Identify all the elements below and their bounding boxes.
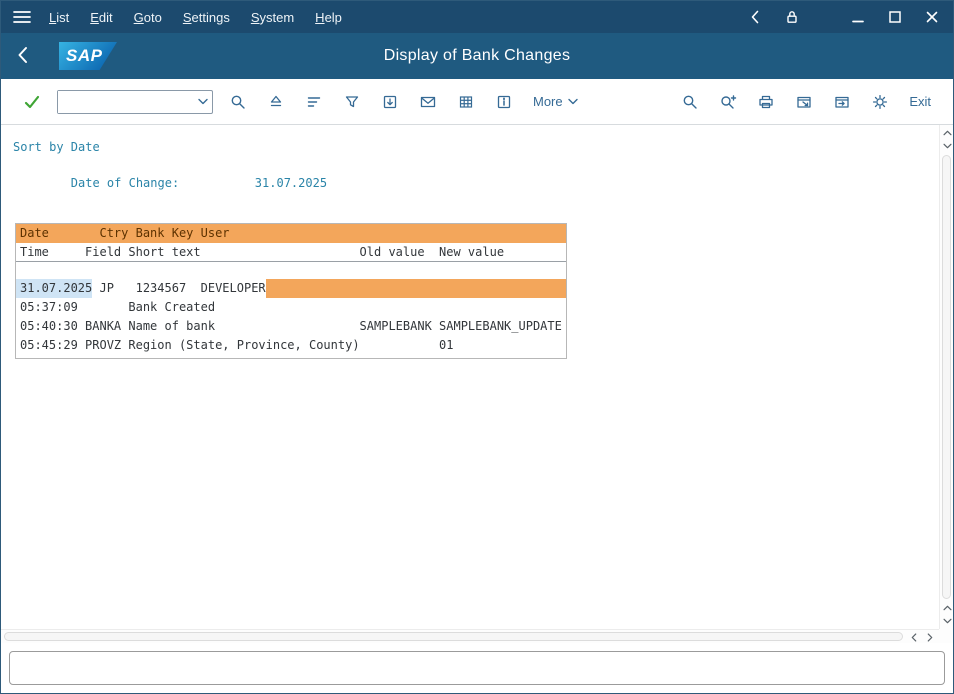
spreadsheet-button[interactable] [453, 89, 479, 115]
horizontal-scroll-thumb[interactable] [4, 632, 903, 641]
cell-key-fields: JP 1234567 DEVELOPER [92, 279, 265, 298]
magnifier-icon [229, 93, 247, 111]
table-row[interactable]: 05:45:29 PROVZ Region (State, Province, … [16, 336, 566, 355]
information-icon [495, 93, 513, 111]
minimize-button[interactable] [847, 6, 869, 28]
printer-icon [757, 93, 775, 111]
new-window-button[interactable] [829, 89, 855, 115]
sort-ascending-icon [267, 93, 285, 111]
search-more-button[interactable] [715, 89, 741, 115]
spreadsheet-grid-icon [457, 93, 475, 111]
settings-button[interactable] [867, 89, 893, 115]
table-row-key[interactable]: 31.07.2025 JP 1234567 DEVELOPER [16, 279, 566, 298]
shortcut-window-icon [795, 93, 813, 111]
list-button[interactable] [301, 89, 327, 115]
combo-chevron-down-icon[interactable] [194, 91, 212, 113]
lock-icon[interactable] [781, 6, 803, 28]
export-box-icon [381, 93, 399, 111]
titlebar: SAP Display of Bank Changes [1, 33, 953, 79]
menu-item-system[interactable]: System [251, 10, 294, 25]
status-message-field[interactable] [9, 651, 945, 685]
vertical-scroll-thumb[interactable] [942, 155, 951, 599]
check-icon [23, 93, 41, 111]
command-input[interactable] [58, 91, 194, 113]
more-label: More [533, 94, 563, 109]
menu-item-edit[interactable]: Edit [90, 10, 112, 25]
vertical-scrollbar[interactable] [939, 125, 953, 629]
change-report: Sort by Date Date of Change:31.07.2025 D… [13, 138, 929, 619]
scroll-down-icon[interactable] [940, 140, 953, 152]
scroll-up-icon[interactable] [940, 127, 953, 139]
print-button[interactable] [753, 89, 779, 115]
envelope-icon [419, 93, 437, 111]
scroll-left-icon[interactable] [907, 630, 921, 643]
menu-items: List Edit Goto Settings System Help [49, 10, 342, 25]
more-button[interactable]: More [529, 90, 582, 113]
change-table: Date Ctry Bank Key User Time Field Short… [15, 223, 567, 359]
horizontal-scrollbar[interactable] [1, 629, 939, 643]
exit-button[interactable]: Exit [905, 90, 935, 113]
menu-item-list[interactable]: List [49, 10, 69, 25]
back-button[interactable] [15, 45, 37, 67]
find-button[interactable] [225, 89, 251, 115]
scroll-right-icon[interactable] [923, 630, 937, 643]
new-window-icon [833, 93, 851, 111]
cell-change-date[interactable]: 31.07.2025 [16, 279, 92, 298]
chevron-down-icon [568, 98, 578, 105]
table-header-row-1: Date Ctry Bank Key User [16, 224, 566, 243]
search-icon [681, 93, 699, 111]
hamburger-menu-icon[interactable] [11, 6, 33, 28]
list-lines-icon [305, 93, 323, 111]
sap-window: List Edit Goto Settings System Help [0, 0, 954, 694]
scroll-down-icon[interactable] [940, 615, 953, 627]
search-plus-icon [719, 93, 737, 111]
continue-button[interactable] [19, 89, 45, 115]
filter-button[interactable] [339, 89, 365, 115]
table-header-row-2: Time Field Short text Old value New valu… [16, 243, 566, 262]
shortcut-button[interactable] [791, 89, 817, 115]
application-toolbar: More [1, 79, 953, 125]
scroll-up-icon[interactable] [940, 602, 953, 614]
command-combobox[interactable] [57, 90, 213, 114]
date-of-change-line: Date of Change:31.07.2025 [13, 156, 929, 210]
date-of-change-value: 31.07.2025 [255, 176, 327, 190]
sort-by-line: Sort by Date [13, 138, 929, 156]
page-title: Display of Bank Changes [1, 47, 953, 65]
search-button[interactable] [677, 89, 703, 115]
table-blank-row [16, 262, 566, 279]
gear-icon [871, 93, 889, 111]
export-button[interactable] [377, 89, 403, 115]
menubar: List Edit Goto Settings System Help [1, 1, 953, 33]
date-of-change-label: Date of Change: [71, 174, 255, 192]
list-output-area: Sort by Date Date of Change:31.07.2025 D… [1, 125, 953, 643]
statusbar [1, 643, 953, 693]
maximize-button[interactable] [884, 6, 906, 28]
filter-funnel-icon [343, 93, 361, 111]
mail-button[interactable] [415, 89, 441, 115]
scrollbar-corner [939, 629, 953, 643]
table-row[interactable]: 05:40:30 BANKA Name of bank SAMPLEBANK S… [16, 317, 566, 336]
key-row-highlight [266, 279, 566, 298]
menu-item-settings[interactable]: Settings [183, 10, 230, 25]
exit-label: Exit [909, 94, 931, 109]
information-button[interactable] [491, 89, 517, 115]
menu-item-help[interactable]: Help [315, 10, 342, 25]
menu-item-goto[interactable]: Goto [134, 10, 162, 25]
sort-ascending-button[interactable] [263, 89, 289, 115]
table-row[interactable]: 05:37:09 Bank Created [16, 298, 566, 317]
back-chevron-icon[interactable] [744, 6, 766, 28]
close-button[interactable] [921, 6, 943, 28]
